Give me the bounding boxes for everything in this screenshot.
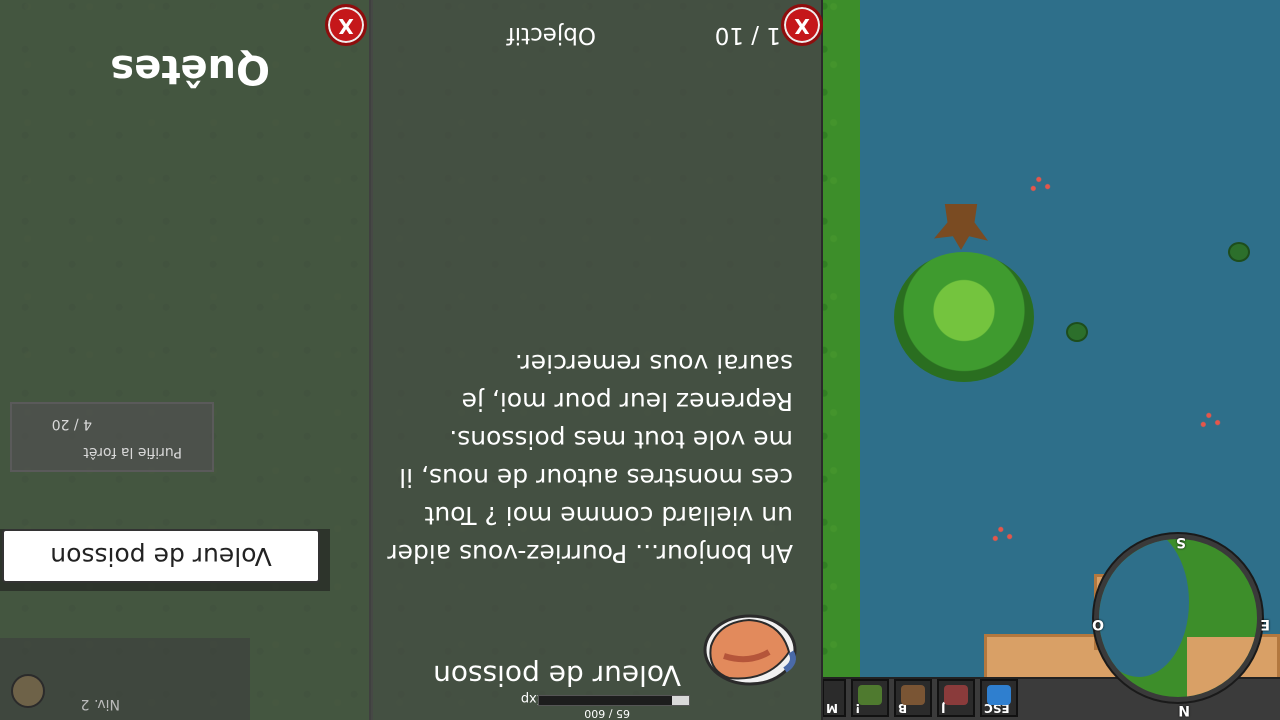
quest-icon [858, 685, 882, 705]
compass-east: E [1260, 616, 1270, 632]
quest-list-panel: X [0, 0, 373, 720]
avatar [11, 674, 45, 708]
hotkey-label: M [826, 701, 838, 715]
tree-bush [894, 252, 1034, 382]
dialog-close-button[interactable]: X [781, 4, 823, 46]
quests-close-button[interactable]: X [325, 4, 367, 46]
fish-steak-icon [703, 614, 797, 686]
compass-west: O [1092, 616, 1104, 632]
dialog-text: Ah bonjour... Pourriez-vous aider un vie… [387, 349, 793, 568]
hotkey-bag[interactable]: B [894, 679, 932, 717]
red-flowers [1030, 174, 1052, 192]
compass-south: S [1175, 534, 1186, 550]
hotkey-journal[interactable]: J [937, 679, 975, 717]
journal-icon [944, 685, 968, 705]
hotkey-map[interactable]: M [822, 679, 846, 717]
exp-widget: Exp 65 / 600 [490, 680, 690, 720]
menu-icon [987, 685, 1011, 705]
objective-label: Objectif [506, 22, 596, 48]
side-quest-count: 4 / 20 [51, 416, 92, 432]
player-status: Niv. 2 [0, 638, 250, 720]
bag-icon [901, 685, 925, 705]
exp-value: 65 / 600 [584, 707, 630, 720]
hotkey-quest[interactable]: ! [851, 679, 889, 717]
side-quest-card[interactable]: Purifie la forêt 4 / 20 [10, 402, 214, 472]
minimap[interactable] [1094, 534, 1262, 702]
objective-value: 1 / 10 [714, 22, 781, 48]
exp-bar [538, 695, 690, 706]
quest-item-voleur[interactable]: Voleur de poisson [2, 529, 320, 583]
minimap-sea [1094, 534, 1189, 677]
small-bush [1228, 242, 1250, 262]
small-bush [1066, 322, 1088, 342]
player-level: Niv. 2 [80, 696, 120, 712]
exp-bar-fill [672, 696, 689, 705]
red-flowers [1200, 410, 1222, 428]
compass-north: N [1178, 702, 1190, 718]
hotkey-menu[interactable]: ESC [980, 679, 1018, 717]
quests-title: Quêtes [110, 46, 270, 92]
quest-dialog: X 1 / 10 Objectif Ah bonjour... Pourriez… [369, 0, 823, 720]
side-quest-name: Purifie la forêt [83, 444, 182, 460]
red-flowers [992, 524, 1014, 542]
minimap-sand [1187, 637, 1257, 697]
